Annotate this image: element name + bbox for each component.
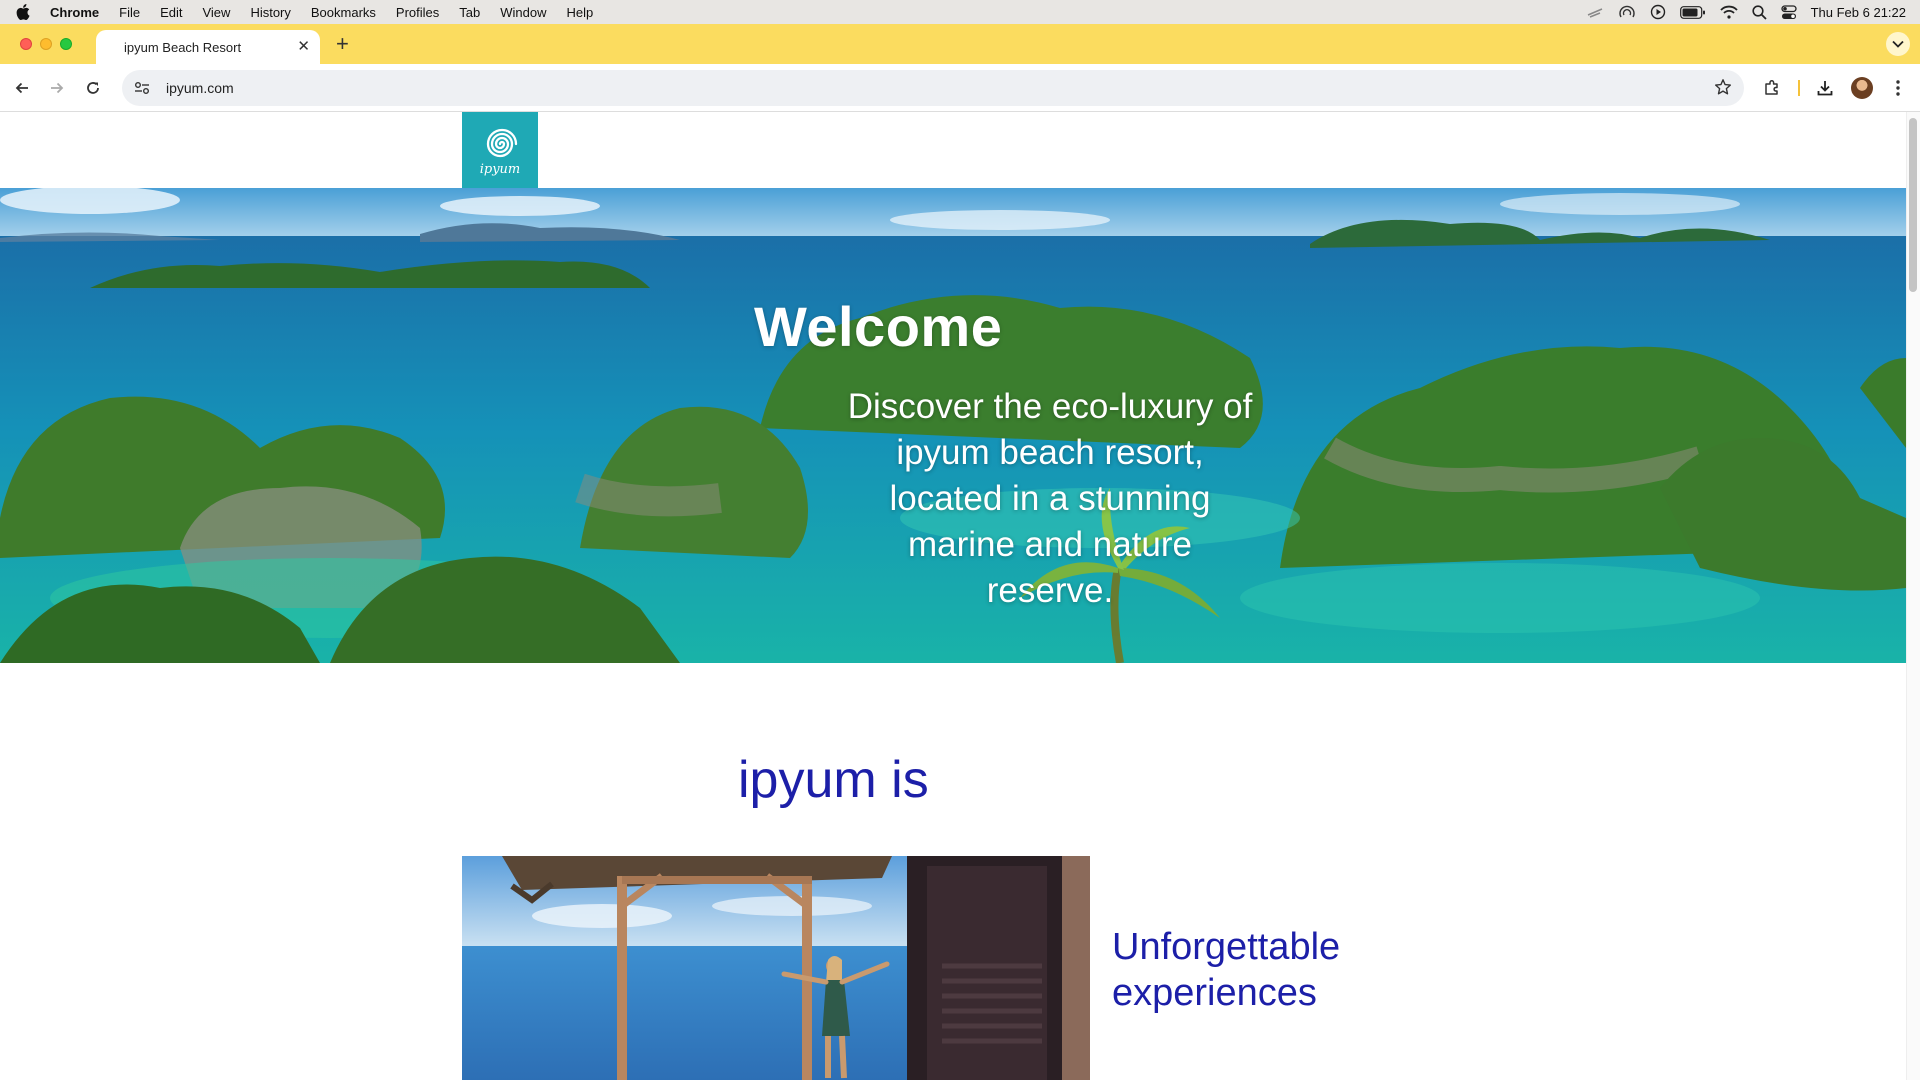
menu-window[interactable]: Window	[500, 5, 546, 20]
plus-icon[interactable]: +	[336, 32, 349, 56]
scrollbar-thumb[interactable]	[1909, 118, 1917, 292]
address-bar[interactable]: ipyum.com	[122, 70, 1744, 106]
menu-view[interactable]: View	[202, 5, 230, 20]
forward-icon[interactable]	[45, 76, 69, 100]
url-text[interactable]: ipyum.com	[166, 80, 234, 96]
stage-manager-icon[interactable]	[1586, 5, 1604, 19]
menu-bar: Chrome File Edit View History Bookmarks …	[0, 0, 1920, 24]
search-icon[interactable]	[1751, 4, 1767, 20]
window-close-button[interactable]	[20, 38, 32, 50]
battery-icon[interactable]	[1679, 5, 1706, 19]
window-zoom-button[interactable]	[60, 38, 72, 50]
menu-file[interactable]: File	[119, 5, 140, 20]
site-info-icon[interactable]	[132, 78, 152, 98]
menu-history[interactable]: History	[250, 5, 290, 20]
feature-image	[462, 856, 1090, 1080]
menu-profiles[interactable]: Profiles	[396, 5, 439, 20]
menu-bookmarks[interactable]: Bookmarks	[311, 5, 376, 20]
star-icon[interactable]	[1714, 78, 1732, 101]
spiral-logo-icon	[486, 128, 518, 157]
browser-toolbar: ipyum.com	[0, 64, 1920, 112]
section-heading: ipyum is	[738, 751, 929, 809]
logo-text: ipyum	[479, 161, 521, 177]
menu-edit[interactable]: Edit	[160, 5, 182, 20]
web-page: ipyum Welcome Discover the eco-luxury of…	[0, 112, 1906, 1080]
page-scrollbar[interactable]	[1906, 112, 1920, 1080]
tab-strip: ipyum Beach Resort ✕ +	[0, 24, 1920, 64]
avatar[interactable]	[1850, 76, 1874, 100]
wifi-icon[interactable]	[1719, 5, 1738, 19]
menu-help[interactable]: Help	[567, 5, 594, 20]
back-icon[interactable]	[10, 76, 34, 100]
window-minimize-button[interactable]	[40, 38, 52, 50]
hero-title: Welcome	[754, 295, 1003, 358]
toolbar-divider	[1798, 80, 1800, 96]
menu-icon[interactable]	[1886, 76, 1910, 100]
feature-heading: Unforgettable experiences	[1112, 926, 1341, 1014]
profile-avatar-icon	[1851, 77, 1873, 99]
chevron-down-icon[interactable]	[1886, 32, 1910, 56]
status-area: Thu Feb 6 21:22	[1586, 0, 1906, 24]
menu-app-name[interactable]: Chrome	[50, 5, 99, 20]
airdrop-icon[interactable]	[1618, 4, 1636, 20]
tab-active[interactable]: ipyum Beach Resort ✕	[96, 30, 320, 64]
hero-banner: Welcome Discover the eco-luxury of ipyum…	[0, 188, 1906, 663]
download-icon[interactable]	[1813, 76, 1837, 100]
window-controls	[20, 38, 72, 50]
menu-tab[interactable]: Tab	[459, 5, 480, 20]
apple-icon[interactable]	[16, 4, 36, 20]
site-logo[interactable]: ipyum	[462, 112, 538, 188]
hero-description: Discover the eco-luxury of ipyum beach r…	[847, 387, 1253, 610]
clock[interactable]: Thu Feb 6 21:22	[1811, 5, 1906, 20]
control-center-icon[interactable]	[1780, 4, 1797, 20]
close-icon[interactable]: ✕	[297, 39, 310, 55]
feature-photo	[462, 856, 1090, 1080]
tab-title: ipyum Beach Resort	[124, 39, 242, 55]
reload-icon[interactable]	[81, 76, 105, 100]
extensions-icon[interactable]	[1760, 76, 1784, 100]
play-icon[interactable]	[1650, 4, 1666, 20]
